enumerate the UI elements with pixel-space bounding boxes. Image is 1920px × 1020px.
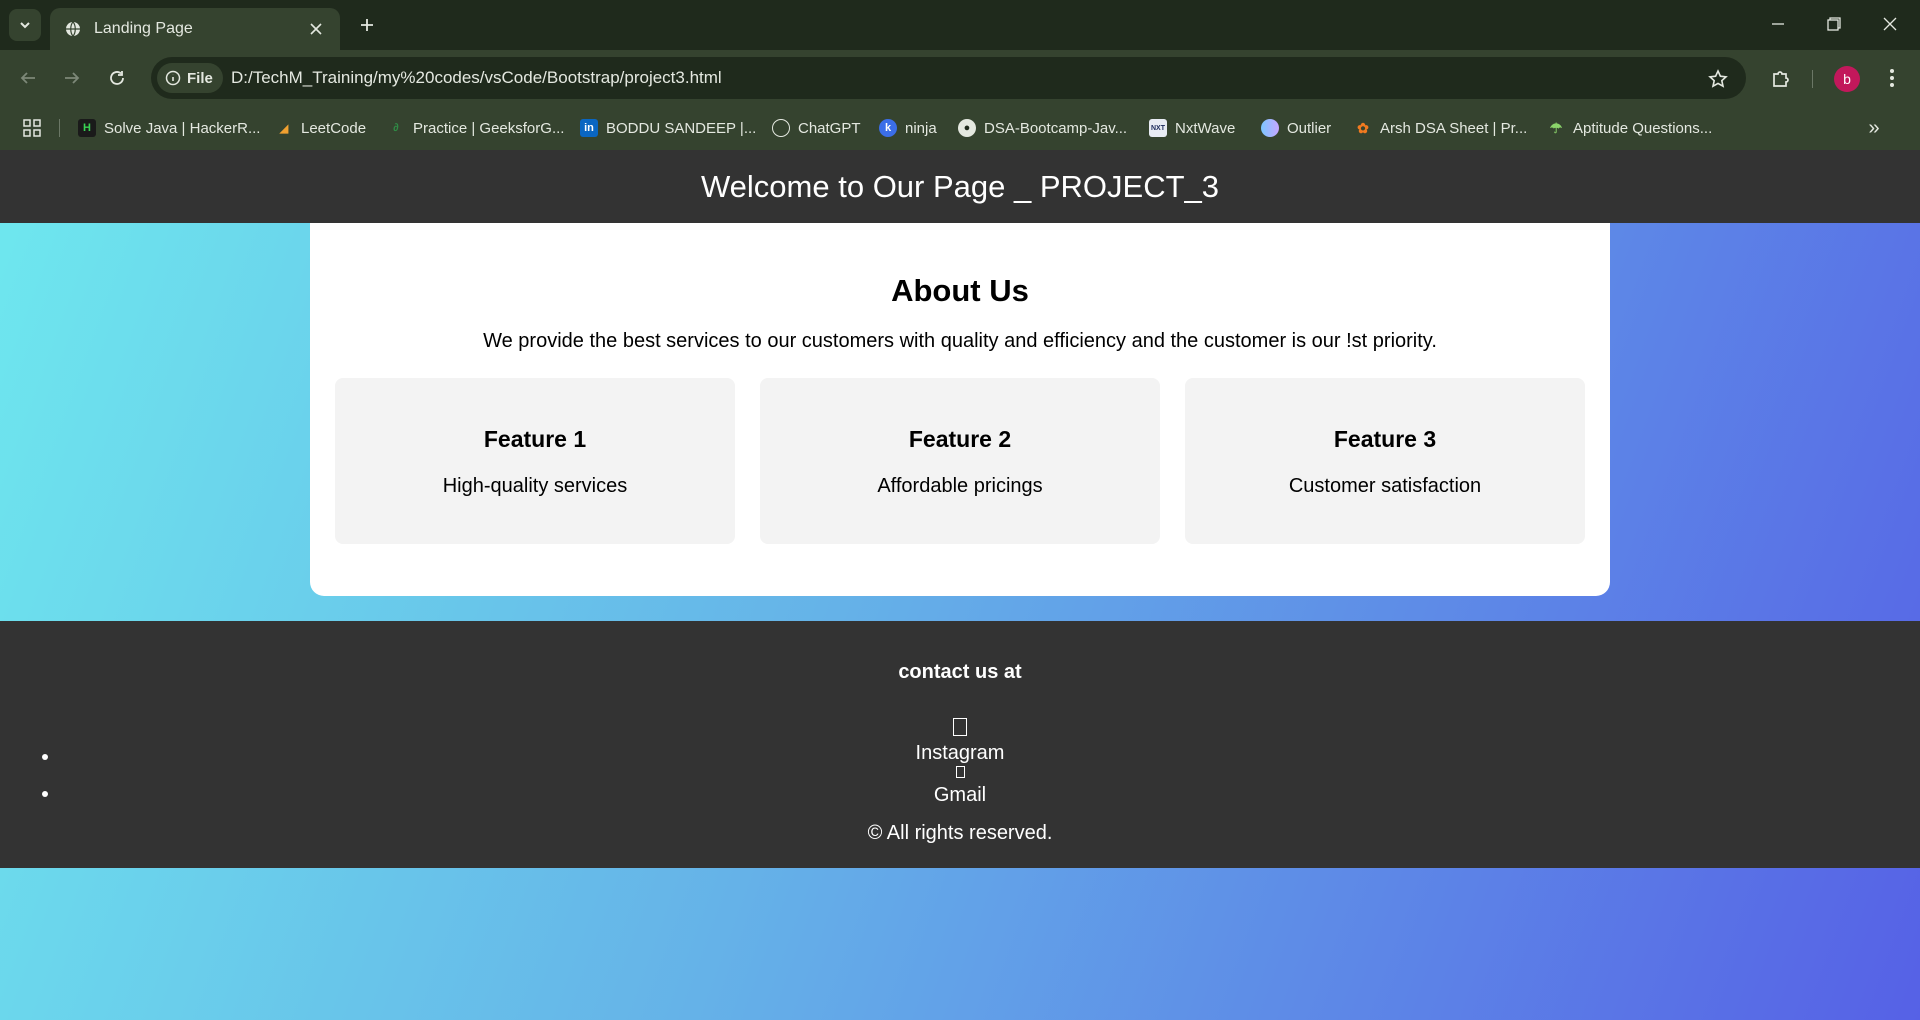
chevron-down-icon (20, 22, 30, 29)
bookmark-label: ChatGPT (798, 119, 861, 137)
about-text: We provide the best services to our cust… (483, 330, 1437, 352)
social-links-list: Instagram Gmail (0, 714, 1920, 807)
minimize-icon (1772, 23, 1784, 25)
bookmark-chatgpt[interactable]: ChatGPT (772, 114, 861, 142)
bookmark-nxtwave[interactable]: NXT NxtWave (1149, 114, 1235, 142)
feature-text: Customer satisfaction (1288, 475, 1482, 497)
browser-toolbar: File D:/TechM_Training/my%20codes/vsCode… (0, 50, 1920, 106)
ninja-icon: k (879, 119, 897, 137)
geeksforgeeks-icon: ∂ (393, 122, 399, 134)
minimize-button[interactable] (1750, 0, 1806, 48)
forward-button[interactable] (56, 62, 88, 94)
arrow-left-icon (20, 72, 35, 84)
bookmark-outlier[interactable]: Outlier (1261, 114, 1331, 142)
bookmark-ninja[interactable]: k ninja (879, 114, 937, 142)
bookmark-label: Arsh DSA Sheet | Pr... (1380, 119, 1528, 137)
list-bullet (42, 791, 48, 797)
restore-button[interactable] (1806, 0, 1862, 48)
reload-icon (110, 71, 124, 85)
puzzle-icon (1773, 71, 1789, 87)
globe-icon (64, 20, 82, 38)
info-icon (165, 70, 181, 86)
social-link-instagram[interactable]: Instagram (0, 714, 1920, 765)
chatgpt-icon (772, 119, 790, 137)
feature-card-2: Feature 2 Affordable pricings (760, 378, 1160, 544)
aptitude-icon: ☂ (1549, 119, 1563, 136)
bookmark-label: ninja (905, 119, 937, 137)
close-window-button[interactable] (1862, 0, 1918, 48)
site-info-chip[interactable]: File (157, 63, 223, 93)
bookmark-label: NxtWave (1175, 119, 1236, 137)
arsh-icon: ✿ (1357, 119, 1369, 136)
missing-glyph-icon (955, 766, 965, 778)
close-tab-icon[interactable] (306, 19, 326, 39)
hackerrank-icon: H (78, 119, 96, 137)
feature-card-1: Feature 1 High-quality services (335, 378, 735, 544)
bookmark-github[interactable]: ● DSA-Bootcamp-Jav... (958, 114, 1127, 142)
bookmark-label: Practice | GeeksforG... (413, 119, 565, 137)
bookmark-label: BODDU SANDEEP |... (606, 119, 757, 137)
about-card: About Us We provide the best services to… (310, 223, 1610, 596)
restore-icon (1827, 17, 1841, 31)
reload-button[interactable] (101, 62, 133, 94)
bookmark-label: Aptitude Questions... (1573, 119, 1713, 137)
outlier-icon (1261, 119, 1279, 137)
bookmark-label: Outlier (1287, 119, 1332, 137)
leetcode-icon: ◢ (279, 122, 289, 135)
nxtwave-icon: NXT (1149, 119, 1167, 137)
feature-title: Feature 2 (908, 426, 1012, 452)
extensions-button[interactable] (1765, 62, 1797, 94)
github-icon: ● (958, 119, 976, 137)
page-title: Welcome to Our Page _ PROJECT_3 (700, 168, 1220, 204)
bookmark-linkedin[interactable]: in BODDU SANDEEP |... (580, 114, 756, 142)
bookmark-label: DSA-Bootcamp-Jav... (984, 119, 1128, 137)
page-viewport: Welcome to Our Page _ PROJECT_3 About Us… (0, 150, 1920, 1020)
linkedin-icon: in (580, 119, 598, 137)
bookmark-star-icon[interactable] (1706, 67, 1730, 91)
bookmark-aptitude[interactable]: ☂ Aptitude Questions... (1547, 114, 1713, 142)
tab-title: Landing Page (94, 20, 193, 37)
bookmark-arsh-dsa[interactable]: ✿ Arsh DSA Sheet | Pr... (1354, 114, 1527, 142)
list-bullet (42, 754, 48, 760)
feature-text: High-quality services (442, 475, 628, 497)
copyright-text: © All rights reserved. (867, 822, 1053, 844)
contact-heading: contact us at (898, 661, 1022, 683)
url-text[interactable]: D:/TechM_Training/my%20codes/vsCode/Boot… (231, 68, 722, 88)
bookmark-label: Solve Java | HackerR... (104, 119, 261, 137)
bookmark-label: LeetCode (301, 119, 367, 137)
feature-title: Feature 1 (483, 426, 587, 452)
back-button[interactable] (12, 62, 44, 94)
apps-grid-icon[interactable] (20, 116, 44, 140)
social-link-label[interactable]: Instagram (0, 741, 1920, 765)
profile-avatar[interactable]: b (1834, 66, 1860, 92)
social-link-label[interactable]: Gmail (0, 783, 1920, 807)
bookmark-geeksforgeeks[interactable]: ∂ Practice | GeeksforG... (387, 114, 564, 142)
feature-card-3: Feature 3 Customer satisfaction (1185, 378, 1585, 544)
tab-search-button[interactable] (9, 9, 41, 41)
tab-strip: Landing Page (0, 0, 1920, 50)
kebab-menu-icon (1890, 69, 1894, 87)
arrow-right-icon (65, 72, 80, 84)
missing-glyph-icon (953, 718, 967, 736)
site-footer: contact us at Instagram Gmail © All righ… (0, 621, 1920, 868)
close-icon (1883, 17, 1897, 31)
new-tab-button[interactable] (352, 10, 382, 40)
site-header: Welcome to Our Page _ PROJECT_3 (0, 150, 1920, 223)
bookmarks-divider (59, 119, 60, 137)
social-link-gmail[interactable]: Gmail (0, 765, 1920, 807)
browser-menu-button[interactable] (1876, 62, 1908, 94)
address-bar[interactable]: File D:/TechM_Training/my%20codes/vsCode… (151, 57, 1746, 99)
plus-icon (361, 19, 373, 31)
bookmark-leetcode[interactable]: ◢ LeetCode (275, 114, 366, 142)
bookmarks-bar: H Solve Java | HackerR... ◢ LeetCode ∂ P… (0, 106, 1920, 150)
bookmark-hackerrank[interactable]: H Solve Java | HackerR... (78, 114, 260, 142)
about-heading: About Us (891, 273, 1029, 308)
feature-title: Feature 3 (1333, 426, 1437, 452)
feature-text: Affordable pricings (877, 475, 1043, 497)
toolbar-divider (1812, 70, 1813, 88)
site-info-label: File (187, 69, 213, 87)
tab-landing-page[interactable]: Landing Page (50, 8, 340, 50)
more-bookmarks-icon[interactable]: » (1862, 116, 1886, 140)
